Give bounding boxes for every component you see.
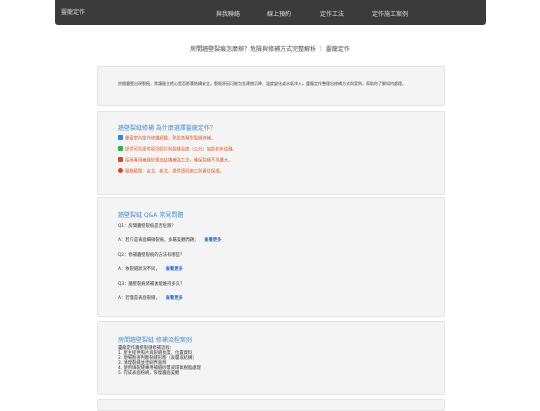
next-card [97, 399, 445, 411]
qa-title: 牆壁裂縫 Q&A 常見問題 [118, 212, 184, 219]
reason-item: 服務範圍：台北、新北，提供透明施工與責任保證。 [118, 168, 224, 175]
process-title: 房間牆壁裂縫 修補流程案例 [118, 337, 192, 344]
page-title: 房間牆壁裂痕怎麼辦？危險與修補方式完整解析 ｜ 靈龍定作 [190, 46, 350, 53]
check-icon [118, 146, 123, 151]
reason-item: 提供可先提供現況照片與裂縫長度（公分）協助初步估價。 [118, 146, 237, 153]
brand-logo[interactable]: 靈龍定作 [61, 7, 85, 16]
nav-item-contact[interactable]: 與我聯絡 [216, 9, 240, 18]
intro-card: 房間牆壁出現裂痕，常讓屋主擔心是否影響結構安全。裂痕原因可能包含建物沉降、溫度變… [97, 66, 445, 106]
reason-item: 豐富室內定作修繕經驗，熟悉各類型裂縫修補。 [118, 135, 215, 142]
nav-item-cases[interactable]: 定作施工案例 [372, 9, 408, 18]
nav-item-methods[interactable]: 定作工法 [320, 9, 344, 18]
qa-answer: A：依裂縫狀況不同， 查看更多 [118, 267, 183, 272]
process-card: 房間牆壁裂縫 修補流程案例 靈龍定作牆壁裂縫修補流程： 1. 屋主提供照片與裂縫… [97, 321, 445, 395]
qa-answer: A：若只是表面細微裂痕，多屬美觀問題； 查看更多 [118, 238, 222, 243]
qa-card: 牆壁裂縫 Q&A 常見問題 Q1：房間牆壁裂痕是否危險？ A：若只是表面細微裂痕… [97, 197, 445, 317]
why-choose-title: 牆壁裂縫修補 為什麼選擇靈龍定作？ [118, 125, 216, 132]
intro-text: 房間牆壁出現裂痕，常讓屋主擔心是否影響結構安全。裂痕原因可能包含建物沉降、溫度變… [118, 81, 406, 86]
why-choose-card: 牆壁裂縫修補 為什麼選擇靈龍定作？ 豐富室內定作修繕經驗，熟悉各類型裂縫修補。 … [97, 111, 445, 195]
qa-question: Q1：房間牆壁裂痕是否危險？ [118, 224, 176, 229]
read-more-link[interactable]: 查看更多 [166, 296, 183, 301]
qa-question: Q3：牆壁裂痕修補後能維持多久？ [118, 282, 185, 287]
read-more-link[interactable]: 查看更多 [166, 267, 183, 272]
read-more-link[interactable]: 查看更多 [204, 238, 221, 243]
process-step: 5. 完成表面粉刷，恢復牆面美觀 [118, 371, 180, 376]
qa-question: Q2：修補牆壁裂痕的方法有哪些？ [118, 253, 185, 258]
wrench-icon [118, 135, 123, 140]
qa-answer: A：若僅是表面裂縫， 查看更多 [118, 296, 183, 301]
top-navbar: 靈龍定作 與我聯絡 線上預約 定作工法 定作施工案例 [55, 0, 486, 25]
reason-item: 採用專用補縫砂漿或結構補強工法，確保裂縫不再擴大。 [118, 157, 232, 164]
pin-icon [118, 168, 123, 173]
block-icon [118, 157, 123, 162]
nav-item-booking[interactable]: 線上預約 [267, 9, 291, 18]
